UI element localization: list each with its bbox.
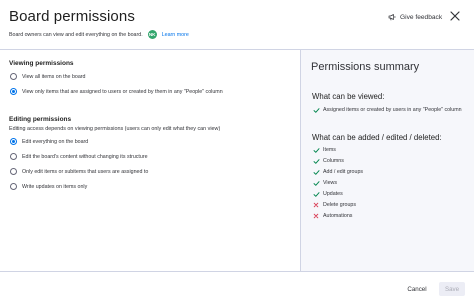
radio-label: View only items that are assigned to use… bbox=[22, 88, 223, 95]
footer-divider bbox=[0, 271, 474, 272]
check-icon bbox=[312, 179, 320, 187]
edited-heading: What can be added / edited / deleted: bbox=[312, 133, 442, 142]
permissions-settings-panel: Viewing permissions View all items on th… bbox=[0, 50, 300, 271]
radio-button[interactable] bbox=[10, 183, 17, 190]
summary-item: Views bbox=[312, 179, 337, 187]
check-icon bbox=[312, 106, 320, 114]
viewing-permissions-title: Viewing permissions bbox=[9, 60, 74, 67]
x-icon bbox=[312, 212, 320, 220]
megaphone-icon bbox=[388, 14, 396, 21]
summary-item-label: Views bbox=[323, 180, 338, 186]
give-feedback-label: Give feedback bbox=[400, 13, 443, 21]
board-permissions-dialog: Board permissions Board owners can view … bbox=[0, 0, 474, 305]
learn-more-link[interactable]: Learn more bbox=[162, 32, 189, 38]
editing-option-updates[interactable]: Write updates on items only bbox=[10, 183, 87, 190]
radio-button[interactable] bbox=[10, 168, 17, 175]
summary-item-label: Assigned items or created by users in an… bbox=[323, 107, 462, 113]
radio-label: Edit the board's content without changin… bbox=[22, 153, 148, 160]
radio-label: View all items on the board bbox=[22, 73, 86, 80]
summary-title: Permissions summary bbox=[311, 61, 420, 73]
viewing-option-assigned[interactable]: View only items that are assigned to use… bbox=[10, 88, 223, 95]
avatar[interactable]: NK bbox=[147, 30, 157, 39]
check-icon bbox=[312, 168, 320, 176]
editing-option-content[interactable]: Edit the board's content without changin… bbox=[10, 153, 148, 160]
summary-item: Assigned items or created by users in an… bbox=[312, 106, 462, 114]
summary-item: Items bbox=[312, 146, 336, 154]
close-icon[interactable] bbox=[450, 11, 460, 21]
viewing-option-all[interactable]: View all items on the board bbox=[10, 73, 86, 80]
radio-button[interactable] bbox=[10, 153, 17, 160]
x-icon bbox=[312, 201, 320, 209]
editing-option-everything[interactable]: Edit everything on the board bbox=[10, 138, 88, 145]
summary-item: Add / edit groups bbox=[312, 168, 363, 176]
radio-label: Write updates on items only bbox=[22, 183, 88, 190]
summary-item-label: Columns bbox=[323, 158, 344, 164]
radio-button-selected[interactable] bbox=[10, 138, 17, 145]
summary-item: Updates bbox=[312, 190, 343, 198]
radio-label: Edit everything on the board bbox=[22, 138, 89, 145]
subtitle-row: Board owners can view and edit everythin… bbox=[9, 30, 189, 39]
radio-label: Only edit items or subitems that users a… bbox=[22, 168, 149, 175]
check-icon bbox=[312, 190, 320, 198]
editing-permissions-title: Editing permissions bbox=[9, 116, 72, 123]
summary-item: Delete groups bbox=[312, 201, 356, 209]
summary-item-label: Add / edit groups bbox=[323, 169, 364, 175]
summary-item: Columns bbox=[312, 157, 344, 165]
summary-item: Automations bbox=[312, 212, 352, 220]
check-icon bbox=[312, 146, 320, 154]
radio-button[interactable] bbox=[10, 73, 17, 80]
save-button[interactable]: Save bbox=[439, 282, 465, 296]
viewed-heading: What can be viewed: bbox=[312, 92, 385, 101]
subtitle: Board owners can view and edit everythin… bbox=[9, 31, 143, 38]
editing-option-assigned[interactable]: Only edit items or subitems that users a… bbox=[10, 168, 148, 175]
summary-item-label: Items bbox=[323, 147, 336, 153]
summary-item-label: Updates bbox=[323, 191, 343, 197]
editing-permissions-description: Editing access depends on viewing permis… bbox=[9, 126, 221, 132]
page-title: Board permissions bbox=[9, 8, 135, 25]
radio-button-selected[interactable] bbox=[10, 88, 17, 95]
check-icon bbox=[312, 157, 320, 165]
permissions-summary-panel: Permissions summary What can be viewed: … bbox=[300, 50, 474, 271]
summary-item-label: Delete groups bbox=[323, 202, 356, 208]
summary-item-label: Automations bbox=[323, 213, 353, 219]
give-feedback-button[interactable]: Give feedback bbox=[388, 13, 442, 21]
cancel-button[interactable]: Cancel bbox=[401, 282, 433, 296]
